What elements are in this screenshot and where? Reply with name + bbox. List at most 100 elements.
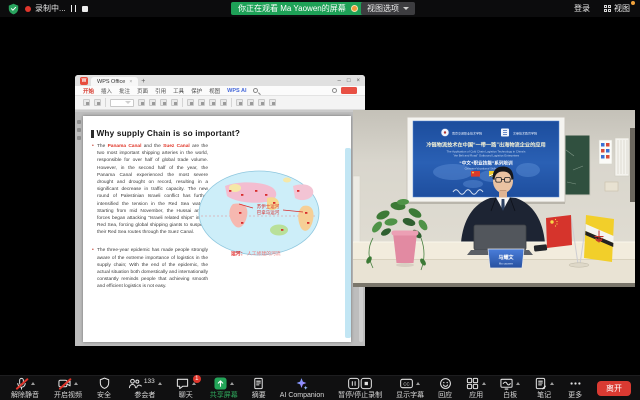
wps-menu-comment[interactable]: 批注: [119, 87, 130, 95]
wps-tool-icon[interactable]: [247, 99, 254, 106]
wps-tool-icon[interactable]: [209, 99, 216, 106]
recording-label: 录制中...: [35, 3, 66, 14]
unmute-button[interactable]: 解除静音: [9, 376, 41, 400]
reactions-button[interactable]: 回应: [436, 376, 454, 400]
chevron-up-icon: [74, 382, 78, 385]
wps-tool-icon[interactable]: [149, 99, 156, 106]
china-flag: [546, 215, 572, 248]
leave-meeting-button[interactable]: 离开: [597, 381, 631, 396]
wps-menu-protect[interactable]: 保护: [191, 87, 202, 95]
viewing-banner-text: 你正在观看 Ma Yaowen的屏幕: [238, 3, 346, 14]
chevron-up-icon: [550, 382, 554, 385]
apps-grid-icon: [466, 377, 479, 390]
wps-tool-icon[interactable]: [187, 99, 194, 106]
svg-text:CC: CC: [403, 382, 409, 387]
captions-cc-icon: CC: [400, 377, 413, 390]
wps-tool-icon[interactable]: [258, 99, 265, 106]
wps-document-tab[interactable]: WPS Office ×: [91, 77, 138, 86]
maximize-window-button[interactable]: □: [347, 78, 351, 84]
wps-member-button[interactable]: [341, 87, 357, 94]
door-edge: [630, 128, 635, 202]
wps-menu-home[interactable]: 开始: [83, 87, 94, 95]
wps-menu-tools[interactable]: 工具: [173, 87, 184, 95]
view-layout-button[interactable]: 视图: [604, 3, 630, 14]
pause-icon: [71, 5, 76, 12]
wps-tool-icon[interactable]: [269, 99, 276, 106]
ai-companion-button[interactable]: AI Companion: [278, 376, 326, 400]
chevron-up-icon: [158, 382, 162, 385]
wps-tool-icon[interactable]: [94, 99, 101, 106]
wps-zoom-dropdown[interactable]: [110, 99, 134, 107]
more-button[interactable]: 更多: [566, 376, 584, 400]
wps-tool-icon[interactable]: [83, 99, 90, 106]
pause-recording-button[interactable]: [70, 5, 77, 12]
wps-tool-icon[interactable]: [171, 99, 178, 106]
wps-menu-insert[interactable]: 插入: [101, 87, 112, 95]
name-cn: 马耀文: [498, 254, 514, 261]
wps-tool-icon[interactable]: [220, 99, 227, 106]
start-video-button[interactable]: 开启视频: [52, 376, 84, 400]
chat-badge: 1: [193, 375, 201, 383]
login-button[interactable]: 登录: [574, 3, 590, 14]
new-tab-button[interactable]: +: [141, 78, 145, 85]
share-screen-icon: [214, 377, 227, 390]
ai-sparkle-icon: [295, 377, 308, 390]
wps-tool-icon[interactable]: [198, 99, 205, 106]
whiteboard-button[interactable]: 白板: [498, 376, 522, 400]
stop-icon: [82, 6, 88, 12]
wps-side-panel-icons[interactable]: [77, 120, 81, 140]
shield-icon: [98, 377, 111, 390]
gear-icon[interactable]: [332, 88, 337, 93]
wps-tool-icon[interactable]: [160, 99, 167, 106]
slide-org2: 文莱技术教育学院: [513, 131, 537, 136]
world-map-figure: 苏伊士运河 巴拿马运河 运河： 人工修建的河流: [195, 168, 341, 260]
minimize-window-button[interactable]: –: [338, 78, 341, 84]
wps-menubar: 开始 插入 批注 页面 引用 工具 保护 视图 WPS AI: [75, 86, 365, 96]
participants-button[interactable]: 133 参会者: [126, 376, 164, 400]
wps-menu-view[interactable]: 视图: [209, 87, 220, 95]
wps-tool-icon[interactable]: [236, 99, 243, 106]
flag-stand-base: [569, 263, 589, 267]
wps-tool-icon[interactable]: [138, 99, 145, 106]
summary-doc-icon: [252, 377, 265, 390]
chevron-up-icon: [482, 382, 486, 385]
map-caption-keyword: 运河：: [231, 250, 245, 257]
wps-menu-page[interactable]: 页面: [137, 87, 148, 95]
wps-logo: W: [80, 77, 88, 85]
slide-china-flag: [471, 171, 480, 177]
doc-paragraph: •The three-year epidemic has made people…: [92, 247, 208, 290]
brunei-flag: [584, 215, 614, 262]
close-window-button[interactable]: ×: [356, 78, 360, 84]
notes-button[interactable]: 笔记: [532, 376, 556, 400]
captions-button[interactable]: CC 显示字幕: [394, 376, 426, 400]
stop-recording-button[interactable]: [81, 6, 89, 12]
recording-controls-icon: [348, 377, 372, 390]
close-tab-icon[interactable]: ×: [129, 79, 132, 85]
map-callout-suez: 苏伊士运河: [257, 203, 280, 210]
security-button[interactable]: 安全: [95, 376, 113, 400]
search-icon[interactable]: [253, 88, 258, 93]
map-callout-panama: 巴拿马运河: [257, 209, 280, 216]
keyword-panama-canal: Panama Canal: [108, 144, 142, 149]
name-placard: 马耀文 Ma yaowen: [488, 249, 524, 268]
chalkboard: [562, 135, 590, 195]
recording-indicator: 录制中...: [25, 3, 89, 14]
meeting-topbar: 录制中... 你正在观看 Ma Yaowen的屏幕 视图选项 登录 视图: [0, 0, 640, 17]
meeting-security-shield-icon[interactable]: [8, 3, 19, 15]
grid-view-icon: [604, 5, 611, 12]
chevron-down-icon: [403, 7, 409, 10]
chat-button[interactable]: 1 聊天: [174, 376, 198, 400]
speaker-video-feed[interactable]: 南京交通职业技术学院 文莱技术教育学院 冷链物流技术在中国“一带一路”出海物流企…: [353, 110, 635, 287]
share-screen-button[interactable]: 共享屏幕: [208, 376, 240, 400]
wps-ai-menu[interactable]: WPS AI: [227, 88, 246, 94]
summary-button[interactable]: 摘要: [250, 376, 268, 400]
chevron-up-icon: [516, 382, 520, 385]
shared-screen-wps-window: W WPS Office × + – □ × 开始 插入 批注 页面 引用 工具…: [75, 75, 365, 346]
chat-icon: [176, 377, 189, 390]
wps-document-area: Why supply Chain is so important? •The P…: [75, 112, 365, 346]
participants-icon: [128, 377, 142, 390]
view-options-button[interactable]: 视图选项: [361, 2, 415, 15]
apps-button[interactable]: 应用: [464, 376, 488, 400]
wps-menu-reference[interactable]: 引用: [155, 87, 166, 95]
pause-stop-recording-button[interactable]: 暂停/停止录制: [336, 376, 384, 400]
